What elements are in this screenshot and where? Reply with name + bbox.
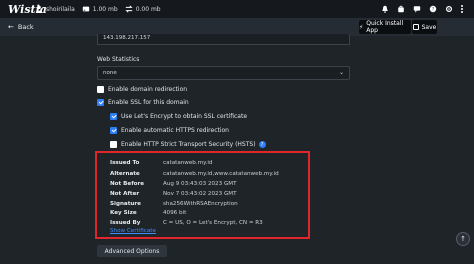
back-button-label: Back (17, 23, 34, 31)
help-icon[interactable]: ? (429, 5, 437, 13)
cert-key-signature: Signature (110, 201, 141, 207)
cert-value-alternate: catatanweb.my.id,www.catatanweb.my.id (163, 171, 279, 177)
show-certificate-link[interactable]: Show Certificate (110, 228, 156, 234)
user-icon (35, 5, 43, 13)
advanced-options-button[interactable]: Advanced Options (97, 245, 167, 257)
arrow-up-icon: ↑ (460, 235, 466, 243)
cert-key-issued-by: Issued By (110, 220, 141, 226)
bolt-icon: ⚡ (359, 23, 364, 31)
option-enable-ssl[interactable]: Enable SSL for this domain (97, 99, 189, 106)
cert-key-issued-to: Issued To (110, 160, 140, 166)
bell-icon[interactable] (381, 5, 389, 13)
https-redirection-checkbox[interactable] (110, 127, 117, 134)
transfer-icon (125, 5, 133, 13)
option-label: Enable SSL for this domain (108, 99, 189, 106)
hsts-help-icon[interactable]: ? (258, 141, 266, 148)
storage-usage: 1.00 mb (82, 5, 118, 13)
option-lets-encrypt[interactable]: Use Let's Encrypt to obtain SSL certific… (110, 113, 247, 120)
topbar-actions: ? (381, 0, 474, 18)
web-statistics-label: Web Statistics (97, 56, 140, 63)
traffic-value: 0.00 mb (135, 5, 161, 13)
domain-redirection-checkbox[interactable] (97, 86, 104, 93)
hsts-checkbox[interactable] (110, 141, 117, 148)
cert-key-key-size: Key Size (110, 210, 137, 216)
app-logo[interactable]: Wistia (8, 3, 47, 16)
back-button[interactable]: ← Back (8, 21, 34, 33)
arrow-left-icon: ← (8, 23, 14, 31)
save-icon (412, 24, 419, 30)
quick-install-label: Quick Install App (366, 20, 404, 34)
lets-encrypt-checkbox[interactable] (110, 113, 117, 120)
option-label: Enable automatic HTTPS redirection (121, 127, 229, 134)
option-label: Enable domain redirection (108, 86, 188, 93)
cert-key-not-after: Not After (110, 191, 140, 197)
chevron-down-icon: ⌄ (338, 69, 344, 76)
user-info[interactable]: shoirilaila (35, 5, 75, 13)
disk-icon (82, 6, 89, 12)
cert-key-not-before: Not Before (110, 181, 145, 187)
top-bar: Wistia shoirilaila 1.00 mb 0.00 mb ? (0, 0, 474, 18)
option-label: Enable HTTP Strict Transport Security (H… (121, 141, 256, 148)
save-button-label: Save (421, 23, 437, 31)
option-label: Use Let's Encrypt to obtain SSL certific… (121, 113, 248, 120)
more-menu-icon[interactable] (461, 5, 464, 13)
option-domain-redirection[interactable]: Enable domain redirection (97, 86, 187, 93)
username: shoirilaila (46, 5, 75, 13)
cert-value-key-size: 4096 bit (163, 210, 187, 216)
traffic-usage: 0.00 mb (125, 5, 161, 13)
cert-value-not-before: Aug 9 03:43:03 2023 GMT (163, 181, 237, 187)
quick-install-app-button[interactable]: ⚡ Quick Install App (359, 20, 411, 34)
settings-icon[interactable] (445, 5, 453, 13)
enable-ssl-checkbox[interactable] (97, 99, 104, 106)
ip-address-field[interactable]: 143.198.217.157 (97, 34, 350, 45)
web-statistics-value: none (103, 70, 117, 76)
storage-value: 1.00 mb (92, 5, 118, 13)
cert-value-signature: sha256WithRSAEncryption (163, 201, 238, 207)
shopping-bag-icon[interactable] (397, 5, 405, 13)
option-https-redirection[interactable]: Enable automatic HTTPS redirection (110, 127, 229, 134)
cert-value-issued-by: C = US, O = Let's Encrypt, CN = R3 (163, 220, 263, 226)
cert-value-issued-to: catatanweb.my.id (163, 160, 213, 166)
option-hsts[interactable]: Enable HTTP Strict Transport Security (H… (110, 141, 266, 148)
chat-icon[interactable] (413, 5, 421, 13)
cert-value-not-after: Nov 7 03:43:02 2023 GMT (163, 191, 237, 197)
scroll-up-button[interactable]: ↑ (456, 232, 470, 246)
cert-key-alternate: Alternate (110, 171, 140, 177)
web-statistics-select[interactable]: none ⌄ (97, 66, 350, 80)
save-button[interactable]: Save (412, 20, 437, 34)
